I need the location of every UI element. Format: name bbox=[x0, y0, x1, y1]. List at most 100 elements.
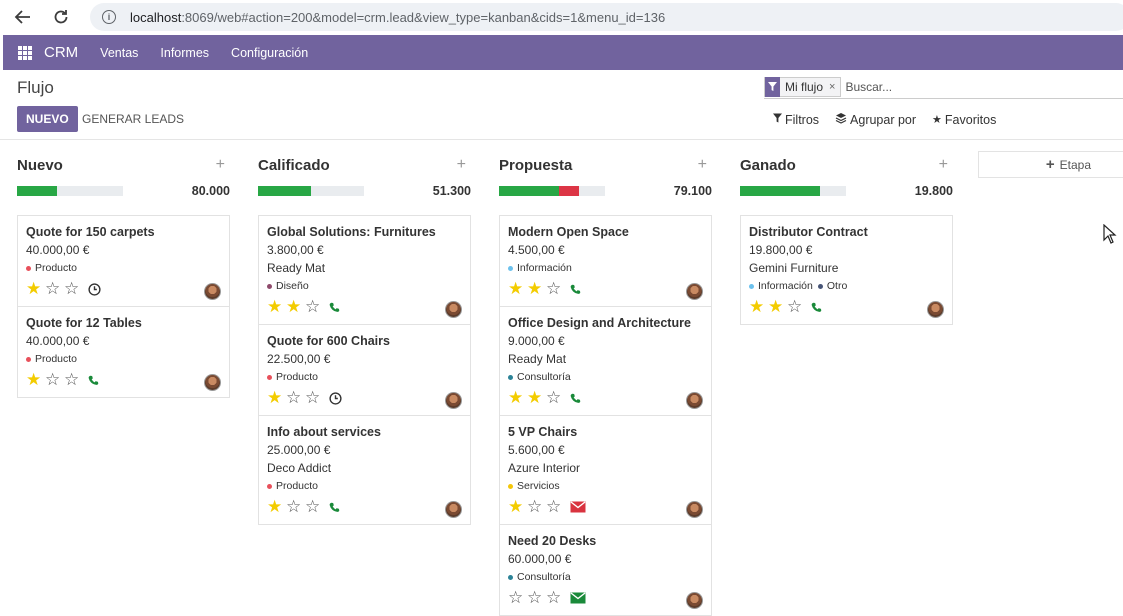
phone-activity-icon[interactable] bbox=[570, 393, 581, 404]
kanban-card[interactable]: Quote for 600 Chairs 22.500,00 € Producto ★… bbox=[259, 325, 470, 416]
salesperson-avatar[interactable] bbox=[686, 592, 703, 609]
kanban-card[interactable]: Distributor Contract 19.800,00 € Gemini Fu… bbox=[741, 216, 952, 324]
priority-star-icon[interactable]: ☆ bbox=[45, 280, 64, 298]
kanban-card[interactable]: Quote for 12 Tables 40.000,00 € Producto ★ ☆… bbox=[18, 307, 229, 397]
reload-icon[interactable] bbox=[46, 2, 76, 32]
kanban-card[interactable]: Office Design and Architecture 9.000,00 €… bbox=[500, 307, 711, 416]
phone-activity-icon[interactable] bbox=[329, 302, 340, 313]
column-title[interactable]: Propuesta bbox=[499, 157, 572, 174]
priority-star-icon[interactable]: ★ bbox=[26, 280, 45, 298]
app-brand[interactable]: CRM bbox=[44, 44, 78, 61]
quick-create-plus-icon[interactable]: + bbox=[939, 156, 953, 174]
priority-star-icon[interactable]: ★ bbox=[26, 371, 45, 389]
progress-bar[interactable] bbox=[258, 186, 364, 196]
priority-star-icon[interactable]: ★ bbox=[267, 298, 286, 316]
priority-star-icon[interactable]: ☆ bbox=[527, 498, 546, 516]
phone-activity-icon[interactable] bbox=[88, 375, 99, 386]
kanban-card[interactable]: Info about services 25.000,00 € Deco Addic… bbox=[259, 416, 470, 524]
priority-star-icon[interactable]: ☆ bbox=[305, 389, 324, 407]
filters-toggle[interactable]: Filtros bbox=[773, 112, 819, 127]
progress-green[interactable] bbox=[17, 186, 57, 196]
phone-activity-icon[interactable] bbox=[329, 502, 340, 513]
back-arrow-icon[interactable] bbox=[8, 2, 38, 32]
salesperson-avatar[interactable] bbox=[927, 301, 944, 318]
address-bar[interactable]: i localhost:8069/web#action=200&model=cr… bbox=[90, 3, 1123, 31]
nav-item-informes[interactable]: Informes bbox=[160, 46, 209, 60]
email-activity-icon[interactable] bbox=[570, 592, 586, 604]
search-input[interactable] bbox=[845, 79, 1116, 94]
salesperson-avatar[interactable] bbox=[445, 501, 462, 518]
quick-create-plus-icon[interactable]: + bbox=[698, 156, 712, 174]
priority-star-icon[interactable]: ☆ bbox=[546, 589, 565, 607]
column-title[interactable]: Ganado bbox=[740, 157, 796, 174]
groupby-toggle[interactable]: Agrupar por bbox=[835, 112, 916, 127]
tag-color-dot bbox=[508, 374, 513, 380]
salesperson-avatar[interactable] bbox=[686, 501, 703, 518]
priority-star-icon[interactable]: ☆ bbox=[787, 298, 806, 316]
kanban-card[interactable]: Quote for 150 carpets 40.000,00 € Producto… bbox=[18, 216, 229, 307]
add-stage-button[interactable]: + Etapa bbox=[978, 151, 1123, 178]
priority-star-icon[interactable]: ☆ bbox=[286, 498, 305, 516]
kanban-card[interactable]: Modern Open Space 4.500,00 € Información ★ ★… bbox=[500, 216, 711, 307]
progress-bar[interactable] bbox=[740, 186, 846, 196]
salesperson-avatar[interactable] bbox=[445, 301, 462, 318]
apps-menu-icon[interactable] bbox=[18, 45, 32, 60]
progress-red[interactable] bbox=[558, 186, 579, 196]
tag: Producto bbox=[267, 478, 318, 494]
column-progress: 79.100 bbox=[499, 180, 712, 202]
quick-create-plus-icon[interactable]: + bbox=[216, 156, 230, 174]
priority-star-icon[interactable]: ★ bbox=[267, 498, 286, 516]
search-facet[interactable]: Mi flujo × bbox=[764, 76, 842, 97]
salesperson-avatar[interactable] bbox=[445, 392, 462, 409]
priority-star-icon[interactable]: ★ bbox=[508, 389, 527, 407]
phone-activity-icon[interactable] bbox=[811, 302, 822, 313]
priority-star-icon[interactable]: ☆ bbox=[508, 589, 527, 607]
salesperson-avatar[interactable] bbox=[686, 283, 703, 300]
priority-star-icon[interactable]: ☆ bbox=[546, 280, 565, 298]
clock-activity-icon[interactable] bbox=[329, 391, 342, 405]
priority-star-icon[interactable]: ★ bbox=[286, 298, 305, 316]
priority-star-icon[interactable]: ☆ bbox=[546, 498, 565, 516]
priority-star-icon[interactable]: ☆ bbox=[45, 371, 64, 389]
progress-green[interactable] bbox=[258, 186, 312, 196]
salesperson-avatar[interactable] bbox=[204, 283, 221, 300]
priority-star-icon[interactable]: ☆ bbox=[64, 371, 83, 389]
priority-star-icon[interactable]: ★ bbox=[527, 280, 546, 298]
priority-star-icon[interactable]: ★ bbox=[508, 280, 527, 298]
priority-star-icon[interactable]: ★ bbox=[768, 298, 787, 316]
favorites-toggle[interactable]: ★ Favoritos bbox=[932, 112, 996, 127]
quick-create-plus-icon[interactable]: + bbox=[457, 156, 471, 174]
kanban-card[interactable]: Need 20 Desks 60.000,00 € Consultoría ☆ ☆ ☆ bbox=[500, 525, 711, 615]
email-activity-icon[interactable] bbox=[570, 501, 586, 513]
nav-item-configuracion[interactable]: Configuración bbox=[231, 46, 308, 60]
new-button[interactable]: NUEVO bbox=[17, 106, 78, 132]
clock-activity-icon[interactable] bbox=[88, 282, 101, 296]
generate-leads-button[interactable]: GENERAR LEADS bbox=[82, 106, 184, 132]
kanban-card[interactable]: Global Solutions: Furnitures 3.800,00 € Re… bbox=[259, 216, 470, 325]
tag: Producto bbox=[267, 369, 318, 385]
card-tags: Consultoría bbox=[508, 569, 703, 585]
kanban-card[interactable]: 5 VP Chairs 5.600,00 € Azure Interior Servi… bbox=[500, 416, 711, 525]
priority-star-icon[interactable]: ☆ bbox=[64, 280, 83, 298]
priority-star-icon[interactable]: ☆ bbox=[286, 389, 305, 407]
priority-star-icon[interactable]: ☆ bbox=[527, 589, 546, 607]
facet-remove-icon[interactable]: × bbox=[829, 81, 840, 93]
progress-green[interactable] bbox=[499, 186, 559, 196]
priority-star-icon[interactable]: ★ bbox=[508, 498, 527, 516]
priority-star-icon[interactable]: ☆ bbox=[546, 389, 565, 407]
progress-bar[interactable] bbox=[499, 186, 605, 196]
priority-star-icon[interactable]: ☆ bbox=[305, 498, 324, 516]
salesperson-avatar[interactable] bbox=[204, 374, 221, 391]
column-title[interactable]: Calificado bbox=[258, 157, 330, 174]
phone-activity-icon[interactable] bbox=[570, 284, 581, 295]
priority-star-icon[interactable]: ★ bbox=[749, 298, 768, 316]
salesperson-avatar[interactable] bbox=[686, 392, 703, 409]
progress-bar[interactable] bbox=[17, 186, 123, 196]
column-title[interactable]: Nuevo bbox=[17, 157, 63, 174]
priority-star-icon[interactable]: ☆ bbox=[305, 298, 324, 316]
nav-item-ventas[interactable]: Ventas bbox=[100, 46, 138, 60]
progress-green[interactable] bbox=[740, 186, 820, 196]
priority-star-icon[interactable]: ★ bbox=[267, 389, 286, 407]
priority-star-icon[interactable]: ★ bbox=[527, 389, 546, 407]
site-info-icon[interactable]: i bbox=[102, 10, 116, 24]
